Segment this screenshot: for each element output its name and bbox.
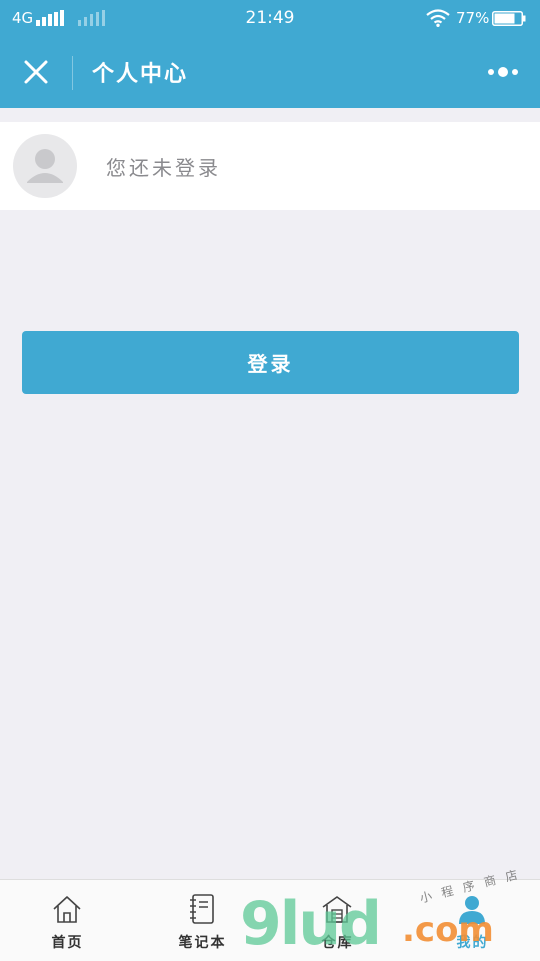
battery-percentage: 77% (456, 9, 490, 27)
login-status-text: 您还未登录 (106, 156, 221, 180)
avatar[interactable] (13, 134, 77, 198)
more-options-icon[interactable] (486, 64, 522, 80)
login-button[interactable]: 登录 (22, 331, 519, 394)
tab-label-profile: 我的 (456, 935, 489, 951)
tab-label-notebook: 笔记本 (178, 935, 227, 951)
tab-home[interactable]: 首页 (0, 880, 135, 961)
default-avatar-icon (27, 149, 63, 183)
tab-profile[interactable]: 我的 (405, 880, 540, 961)
tab-warehouse[interactable]: 仓库 (270, 880, 405, 961)
close-icon[interactable] (18, 54, 54, 90)
battery-icon (492, 11, 526, 26)
header-divider (72, 56, 73, 90)
home-icon (53, 896, 81, 923)
tab-notebook[interactable]: 笔记本 (135, 880, 270, 961)
profile-card[interactable]: 您还未登录 (0, 122, 540, 210)
tab-label-warehouse: 仓库 (321, 935, 354, 951)
warehouse-icon (322, 896, 352, 923)
tab-label-home: 首页 (51, 935, 84, 951)
status-bar: 4G 21:49 77% (0, 0, 540, 36)
wifi-icon (426, 9, 450, 27)
nav-header: 个人中心 (0, 36, 540, 108)
tab-bar: 首页 笔记本 仓库 我的 (0, 879, 540, 961)
user-icon (459, 896, 485, 924)
page-title: 个人中心 (92, 61, 189, 87)
notebook-icon (190, 894, 214, 924)
